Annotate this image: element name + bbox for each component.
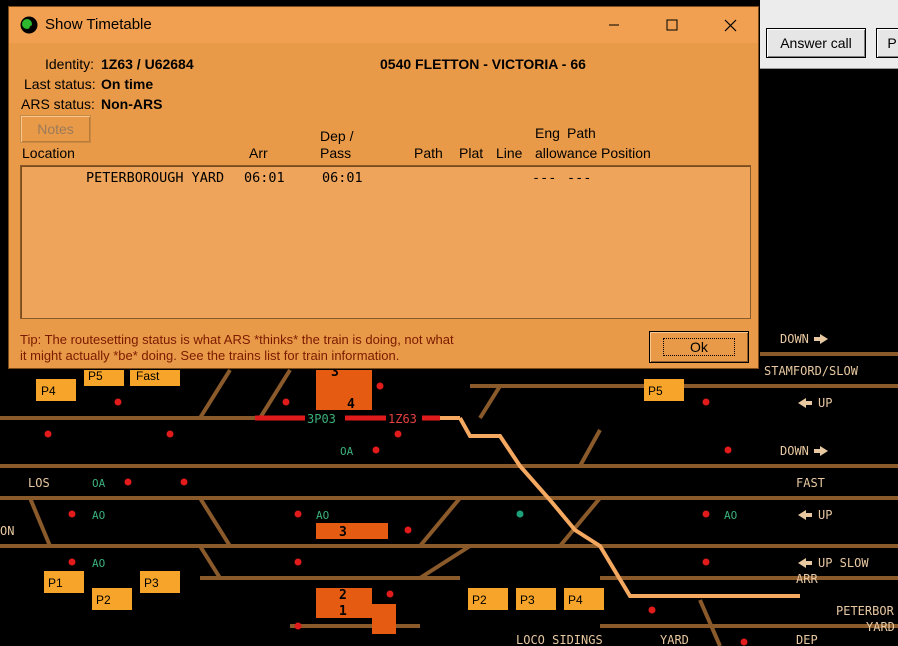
berth-number: 4 xyxy=(347,397,355,412)
service-description: 0540 FLETTON - VICTORIA - 66 xyxy=(380,56,586,72)
identity-label: Identity: xyxy=(45,56,95,72)
line-label: UP xyxy=(818,508,832,522)
maximize-icon[interactable] xyxy=(643,7,701,43)
location-label: YARD xyxy=(866,620,895,634)
column-header-path: Path xyxy=(414,145,443,161)
tip-line: Tip: The routesetting status is what ARS… xyxy=(20,332,454,347)
line-label: ARR xyxy=(796,572,818,586)
signal-id: AO xyxy=(92,509,105,522)
train-headcode[interactable]: 1Z63 xyxy=(388,412,417,426)
column-header-position: Position xyxy=(601,145,651,161)
ars-status-value: Non-ARS xyxy=(101,96,163,112)
berth-number: 2 xyxy=(339,588,347,603)
column-header-path-pos: Path xyxy=(567,125,596,141)
location-label: YARD xyxy=(660,633,689,646)
line-label: DOWN xyxy=(780,332,809,346)
line-label: DEP xyxy=(796,633,818,646)
ars-status-label: ARS status: xyxy=(21,96,95,112)
platform-label: P1 xyxy=(48,576,63,590)
signal-id: AO xyxy=(92,557,105,570)
show-timetable-dialog: Show Timetable Identity: 1Z63 / U62684 0… xyxy=(8,6,759,369)
location-label: PETERBOR xyxy=(836,604,895,618)
platform-label: P3 xyxy=(144,576,159,590)
location-label: LOS xyxy=(28,476,50,490)
signal-id: OA xyxy=(92,477,106,490)
column-header-plat: Plat xyxy=(459,145,484,161)
dialog-title: Show Timetable xyxy=(45,16,152,33)
signal-id: AO xyxy=(316,509,329,522)
toolbar-button-partial[interactable]: P xyxy=(876,28,898,58)
platform-label: P2 xyxy=(96,593,111,607)
line-label: STAMFORD/SLOW xyxy=(764,364,859,378)
platform-label: P5 xyxy=(88,369,103,383)
column-header-line: Line xyxy=(496,145,523,161)
column-header-arr: Arr xyxy=(249,145,268,161)
timetable-row-eng: --- xyxy=(532,170,557,186)
column-header-eng: Eng xyxy=(535,125,560,141)
line-label: UP SLOW xyxy=(818,556,869,570)
last-status-value: On time xyxy=(101,76,154,92)
train-headcode[interactable]: 3P03 xyxy=(307,412,336,426)
tip-line: it might actually *be* doing. See the tr… xyxy=(20,347,400,363)
ok-button-label: Ok xyxy=(663,338,735,356)
ok-button[interactable]: Ok xyxy=(649,331,749,363)
line-label: FAST xyxy=(796,476,825,490)
berth-number: 3 xyxy=(339,525,347,540)
answer-call-button[interactable]: Answer call xyxy=(766,28,866,58)
platform-label: P5 xyxy=(648,384,663,398)
timetable-row-location[interactable]: PETERBOROUGH YARD xyxy=(86,170,224,186)
platform-label: P4 xyxy=(41,384,56,398)
column-header-pass: Pass xyxy=(320,145,352,161)
platform-label: P2 xyxy=(472,593,487,607)
location-label: LOCO SIDINGS xyxy=(516,633,603,646)
minimize-icon[interactable] xyxy=(585,7,643,43)
column-header-dep: Dep / xyxy=(320,128,354,144)
berth-number: 1 xyxy=(339,604,347,619)
identity-value: 1Z63 / U62684 xyxy=(101,56,194,72)
column-header-allowance: allowance xyxy=(535,145,598,161)
line-label: UP xyxy=(818,396,832,410)
signal-id: OA xyxy=(340,445,354,458)
last-status-label: Last status: xyxy=(24,76,96,92)
timetable-row-dep: 06:01 xyxy=(322,170,363,186)
main-toolbar: Answer call P xyxy=(760,0,898,69)
platform-label: P3 xyxy=(520,593,535,607)
timetable-list[interactable]: PETERBOROUGH YARD 06:01 06:01 --- --- xyxy=(20,165,751,319)
line-label: DOWN xyxy=(780,444,809,458)
close-icon[interactable] xyxy=(701,7,759,43)
column-header-location: Location xyxy=(22,145,75,161)
dialog-titlebar[interactable]: Show Timetable xyxy=(9,7,758,43)
timetable-row-arr: 06:01 xyxy=(244,170,285,186)
platform-label: Fast xyxy=(136,369,160,383)
app-signal-icon xyxy=(20,16,38,34)
signal-id: AO xyxy=(724,509,737,522)
platform-label: P4 xyxy=(568,593,583,607)
timetable-row-pathpos: --- xyxy=(567,170,592,186)
tip-text: Tip: The routesetting status is what ARS… xyxy=(20,332,490,363)
notes-button[interactable]: Notes xyxy=(20,115,91,143)
location-label: ON xyxy=(0,524,14,538)
